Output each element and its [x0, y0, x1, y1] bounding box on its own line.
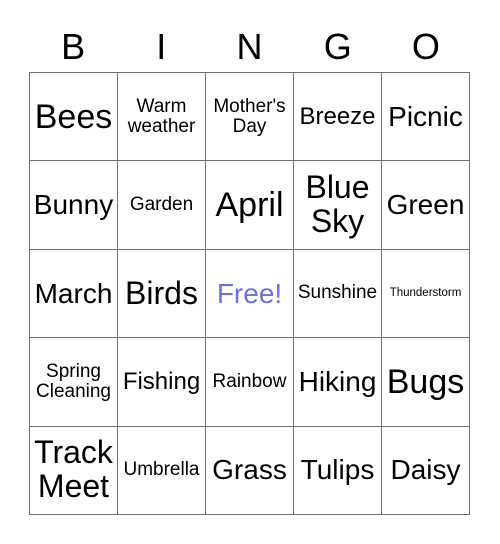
bingo-cell-g5[interactable]: Tulips: [294, 426, 382, 515]
bingo-cell-i1[interactable]: Warm weather: [118, 73, 206, 162]
bingo-cell-label: April: [215, 186, 284, 225]
header-letter-o: O: [411, 26, 440, 67]
bingo-cell-label: Thunderstorm: [389, 287, 462, 300]
bingo-cell-n4[interactable]: Rainbow: [206, 338, 294, 427]
bingo-cell-g3[interactable]: Sunshine: [294, 249, 382, 339]
bingo-cell-label: Bees: [34, 97, 113, 136]
bingo-cell-i3[interactable]: Birds: [118, 249, 206, 339]
bingo-cell-o4[interactable]: Bugs: [382, 338, 470, 427]
bingo-cell-n5[interactable]: Grass: [206, 426, 294, 515]
bingo-cell-o2[interactable]: Green: [382, 161, 470, 250]
bingo-cell-i2[interactable]: Garden: [118, 161, 206, 250]
bingo-cell-o5[interactable]: Daisy: [382, 426, 470, 515]
bingo-cell-g1[interactable]: Breeze: [294, 73, 382, 162]
header-letter-g: G: [323, 26, 352, 67]
bingo-grid: Bees Warm weather Mother's Day Breeze Pi…: [29, 72, 470, 515]
header-letter-i: I: [156, 26, 167, 67]
bingo-cell-label: Bugs: [386, 362, 465, 401]
bingo-cell-label: Umbrella: [123, 459, 200, 481]
bingo-cell-b3[interactable]: March: [30, 249, 118, 339]
bingo-cell-i4[interactable]: Fishing: [118, 338, 206, 427]
bingo-cell-label: Bunny: [33, 189, 114, 221]
bingo-cell-label: Rainbow: [212, 370, 287, 392]
bingo-header-row: B I N G O: [29, 22, 470, 72]
bingo-cell-label: Warm weather: [127, 95, 196, 137]
bingo-cell-label: Track Meet: [34, 434, 113, 505]
bingo-cell-g4[interactable]: Hiking: [294, 338, 382, 427]
bingo-cell-n2[interactable]: April: [206, 161, 294, 250]
bingo-cell-b2[interactable]: Bunny: [30, 161, 118, 250]
bingo-cell-b5[interactable]: Track Meet: [30, 426, 118, 515]
bingo-cell-label: Hiking: [298, 366, 377, 398]
bingo-cell-label: Grass: [212, 454, 287, 486]
bingo-card: B I N G O Bees Warm weather Mother's Day…: [0, 0, 500, 544]
bingo-cell-label: Blue Sky: [305, 169, 370, 240]
bingo-cell-label: Daisy: [390, 454, 461, 486]
bingo-cell-label: Spring Cleaning: [36, 360, 111, 402]
bingo-cell-g2[interactable]: Blue Sky: [294, 161, 382, 250]
bingo-cell-b1[interactable]: Bees: [30, 73, 118, 162]
bingo-cell-label: Picnic: [388, 100, 463, 132]
bingo-cell-label: Fishing: [122, 368, 201, 396]
bingo-cell-label: Sunshine: [297, 282, 378, 304]
header-letter-b: B: [61, 26, 86, 67]
header-letter-n: N: [236, 26, 263, 67]
bingo-cell-o1[interactable]: Picnic: [382, 73, 470, 162]
bingo-cell-label: Mother's Day: [213, 95, 286, 137]
bingo-cell-label: Tulips: [300, 454, 375, 486]
bingo-cell-free-space[interactable]: Free!: [206, 249, 294, 339]
bingo-cell-label: March: [34, 277, 113, 309]
bingo-cell-b4[interactable]: Spring Cleaning: [30, 338, 118, 427]
bingo-cell-i5[interactable]: Umbrella: [118, 426, 206, 515]
bingo-cell-label: Garden: [129, 194, 194, 216]
bingo-cell-n1[interactable]: Mother's Day: [206, 73, 294, 162]
bingo-cell-label: Breeze: [299, 102, 376, 130]
bingo-cell-label: Birds: [125, 274, 198, 311]
bingo-cell-o3[interactable]: Thunderstorm: [382, 249, 470, 339]
bingo-free-label: Free!: [216, 277, 283, 309]
bingo-cell-label: Green: [386, 189, 465, 221]
